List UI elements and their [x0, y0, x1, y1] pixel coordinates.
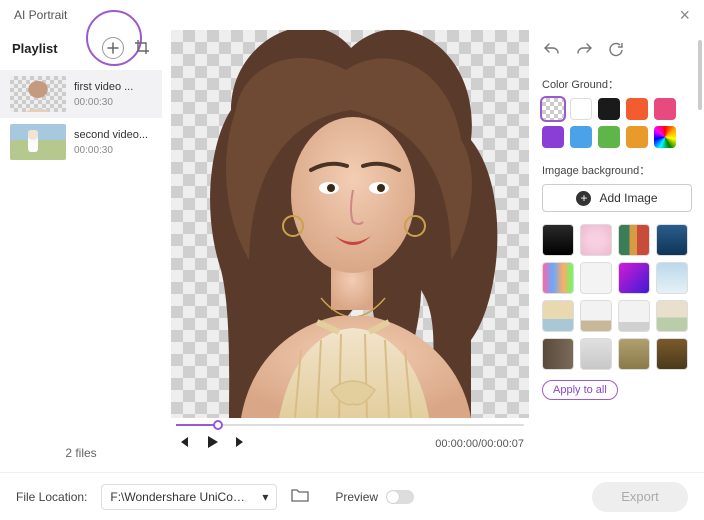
chevron-down-icon: ▾ [262, 490, 268, 504]
playlist-item[interactable]: first video ... 00:00:30 [0, 70, 162, 118]
add-image-label: Add Image [599, 191, 657, 205]
swatch-transparent[interactable] [542, 98, 564, 120]
bg-grad1[interactable] [542, 262, 574, 294]
bg-ocean[interactable] [656, 224, 688, 256]
bg-studio[interactable] [580, 338, 612, 370]
scrollbar[interactable] [698, 40, 702, 470]
swatch-purple[interactable] [542, 126, 564, 148]
bg-stage[interactable] [656, 338, 688, 370]
apply-to-all-button[interactable]: Apply to all [542, 380, 618, 400]
playlist-heading: Playlist [12, 41, 58, 56]
effects-panel: Color Ground： Imgage background： + Add I… [538, 30, 704, 472]
playback-time: 00:00:00/00:00:07 [435, 438, 524, 450]
add-media-button[interactable] [102, 37, 124, 59]
file-location-label: File Location: [16, 490, 87, 504]
file-count: 2 files [0, 434, 162, 472]
preview-panel: 00:00:00/00:00:07 [162, 30, 538, 472]
swatch-black[interactable] [598, 98, 620, 120]
app-title: AI Portrait [14, 8, 67, 22]
playlist-sidebar: Playlist first video ... 00:00:30 [0, 30, 162, 472]
bg-dark[interactable] [542, 224, 574, 256]
bg-room2[interactable] [618, 300, 650, 332]
swatch-white[interactable] [570, 98, 592, 120]
image-bg-label: Imgage background： [542, 162, 692, 178]
playlist-item-time: 00:00:30 [74, 97, 133, 108]
undo-icon[interactable] [544, 42, 560, 60]
playlist-items: first video ... 00:00:30 second video...… [0, 70, 162, 434]
color-ground-label: Color Ground： [542, 76, 692, 92]
app-header: AI Portrait × [0, 0, 704, 30]
swatch-green[interactable] [598, 126, 620, 148]
redo-icon[interactable] [576, 42, 592, 60]
background-grid [542, 224, 692, 370]
file-location-dropdown[interactable]: F:\Wondershare UniConverte... ▾ [101, 484, 277, 510]
bg-hall[interactable] [618, 338, 650, 370]
playlist-item-title: first video ... [74, 81, 133, 93]
next-frame-icon[interactable] [234, 435, 248, 452]
footer-bar: File Location: F:\Wondershare UniConvert… [0, 472, 704, 520]
bg-office[interactable] [656, 300, 688, 332]
swatch-orange[interactable] [626, 98, 648, 120]
playlist-thumbnail [10, 124, 66, 160]
bg-neon[interactable] [618, 262, 650, 294]
bg-beach[interactable] [542, 300, 574, 332]
reset-icon[interactable] [608, 42, 623, 60]
preview-canvas[interactable] [171, 30, 529, 418]
swatch-sky[interactable] [570, 126, 592, 148]
swatch-rainbow[interactable] [654, 126, 676, 148]
bg-painting[interactable] [618, 224, 650, 256]
crop-icon[interactable] [134, 39, 150, 58]
playlist-thumbnail [10, 76, 66, 112]
prev-frame-icon[interactable] [176, 435, 190, 452]
preview-toggle-label: Preview [335, 490, 378, 504]
color-swatches [542, 98, 692, 148]
plus-icon: + [576, 191, 591, 206]
swatch-amber[interactable] [626, 126, 648, 148]
playlist-item[interactable]: second video... 00:00:30 [0, 118, 162, 166]
swatch-pink[interactable] [654, 98, 676, 120]
playlist-item-time: 00:00:30 [74, 145, 148, 156]
bg-blossom[interactable] [580, 224, 612, 256]
timeline-slider[interactable] [168, 418, 532, 428]
bg-room1[interactable] [580, 300, 612, 332]
bg-booth[interactable] [542, 338, 574, 370]
file-location-value: F:\Wondershare UniConverte... [110, 490, 250, 504]
add-image-button[interactable]: + Add Image [542, 184, 692, 212]
open-folder-icon[interactable] [291, 487, 309, 506]
close-icon[interactable]: × [679, 5, 690, 26]
bg-plain[interactable] [580, 262, 612, 294]
export-button[interactable]: Export [592, 482, 688, 512]
bg-ice[interactable] [656, 262, 688, 294]
playlist-item-title: second video... [74, 129, 148, 141]
play-icon[interactable] [204, 434, 220, 453]
preview-toggle[interactable] [386, 490, 414, 504]
